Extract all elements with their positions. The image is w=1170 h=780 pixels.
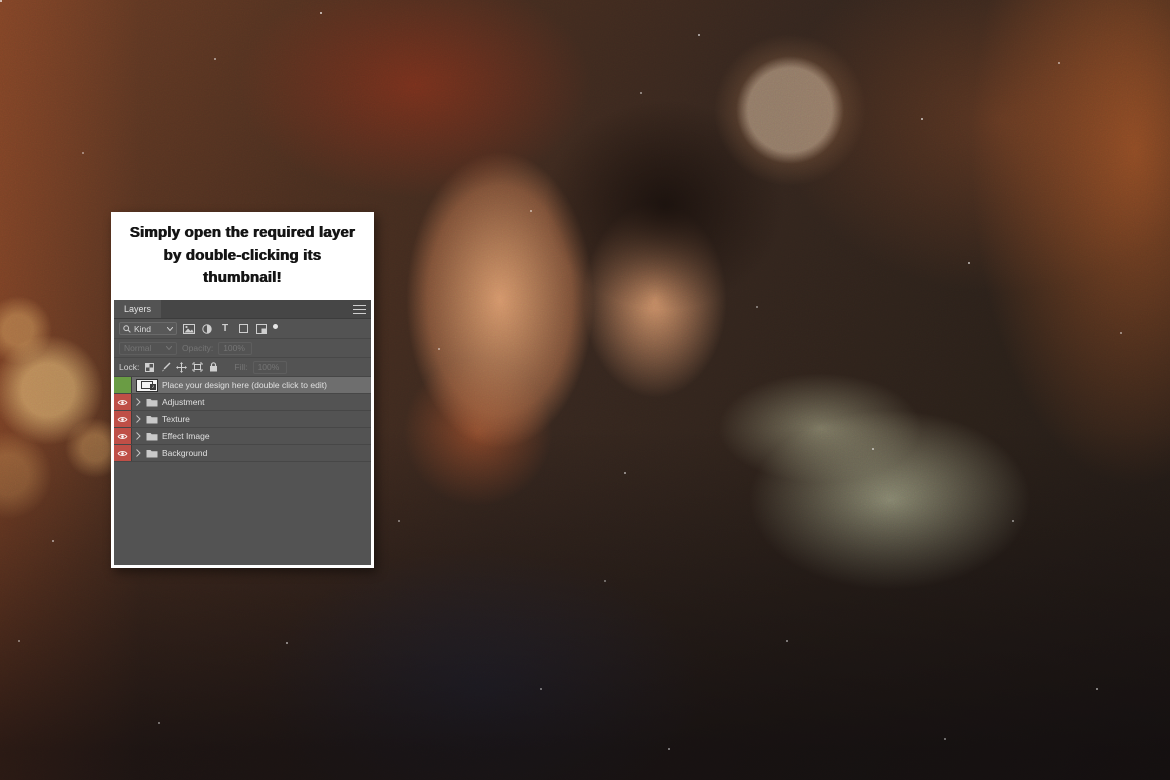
smart-object-thumbnail[interactable]: ♪ xyxy=(136,379,158,392)
fill-value: 100% xyxy=(258,362,280,372)
opacity-label: Opacity: xyxy=(182,343,213,353)
eye-icon xyxy=(117,399,128,406)
folder-icon xyxy=(146,415,158,424)
layer-row-background[interactable]: Background xyxy=(114,445,371,462)
folder-icon xyxy=(146,432,158,441)
filter-toggle-dot[interactable] xyxy=(273,324,278,329)
blend-mode-dropdown[interactable]: Normal xyxy=(119,342,177,355)
layer-name: Adjustment xyxy=(162,397,205,407)
pixel-layer-filter-icon[interactable] xyxy=(183,323,195,335)
chevron-down-icon xyxy=(166,346,172,350)
lock-position-icon[interactable] xyxy=(176,362,187,373)
lock-row: Lock: Fill: 100% xyxy=(114,358,371,377)
smart-object-badge-icon: ♪ xyxy=(150,384,156,390)
search-icon xyxy=(123,325,131,333)
panel-tab-bar: Layers xyxy=(114,300,371,319)
lock-pixels-icon[interactable] xyxy=(160,362,171,373)
layer-name: Place your design here (double click to … xyxy=(162,380,327,390)
tutorial-overlay-card: Simply open the required layer by double… xyxy=(111,212,374,568)
lock-artboard-icon[interactable] xyxy=(192,362,203,373)
lock-label: Lock: xyxy=(119,362,139,372)
layer-row-design[interactable]: ♪ Place your design here (double click t… xyxy=(114,377,371,394)
visibility-cell-green-label[interactable] xyxy=(114,377,132,393)
group-collapse-chevron-icon[interactable] xyxy=(136,415,142,423)
chevron-down-icon xyxy=(167,327,173,331)
layer-filter-row: Kind T xyxy=(114,319,371,339)
tab-layers[interactable]: Layers xyxy=(114,300,161,318)
layers-panel: Layers Kind xyxy=(114,300,371,565)
blend-opacity-row: Normal Opacity: 100% xyxy=(114,339,371,358)
group-collapse-chevron-icon[interactable] xyxy=(136,449,142,457)
opacity-value: 100% xyxy=(223,343,245,353)
blend-mode-value: Normal xyxy=(124,343,151,353)
lock-transparency-icon[interactable] xyxy=(144,362,155,373)
eye-icon xyxy=(117,450,128,457)
panel-empty-area xyxy=(114,462,371,565)
layer-name: Effect Image xyxy=(162,431,210,441)
visibility-cell[interactable] xyxy=(114,411,132,427)
visibility-cell[interactable] xyxy=(114,394,132,410)
shape-layer-filter-icon[interactable] xyxy=(237,323,249,335)
filter-kind-label: Kind xyxy=(134,324,164,334)
eye-icon xyxy=(117,433,128,440)
folder-icon xyxy=(146,398,158,407)
layer-row-texture[interactable]: Texture xyxy=(114,411,371,428)
filter-kind-dropdown[interactable]: Kind xyxy=(119,322,177,335)
lock-all-icon[interactable] xyxy=(208,362,219,373)
layer-row-adjustment[interactable]: Adjustment xyxy=(114,394,371,411)
layer-row-effect-image[interactable]: Effect Image xyxy=(114,428,371,445)
fill-value-field[interactable]: 100% xyxy=(253,361,287,374)
adjustment-layer-filter-icon[interactable] xyxy=(201,323,213,335)
layer-list: ♪ Place your design here (double click t… xyxy=(114,377,371,462)
eye-icon xyxy=(117,416,128,423)
group-collapse-chevron-icon[interactable] xyxy=(136,398,142,406)
instruction-text: Simply open the required layer by double… xyxy=(111,212,374,300)
smart-object-filter-icon[interactable] xyxy=(255,323,267,335)
layer-name: Background xyxy=(162,448,207,458)
opacity-value-field[interactable]: 100% xyxy=(218,342,252,355)
visibility-cell[interactable] xyxy=(114,428,132,444)
dust-specks xyxy=(0,0,2,2)
folder-icon xyxy=(146,449,158,458)
fill-label: Fill: xyxy=(234,362,247,372)
layer-name: Texture xyxy=(162,414,190,424)
group-collapse-chevron-icon[interactable] xyxy=(136,432,142,440)
panel-menu-icon[interactable] xyxy=(353,305,366,314)
screenshot-root: Simply open the required layer by double… xyxy=(0,0,1170,780)
type-layer-filter-icon[interactable]: T xyxy=(219,323,231,335)
visibility-cell[interactable] xyxy=(114,445,132,461)
